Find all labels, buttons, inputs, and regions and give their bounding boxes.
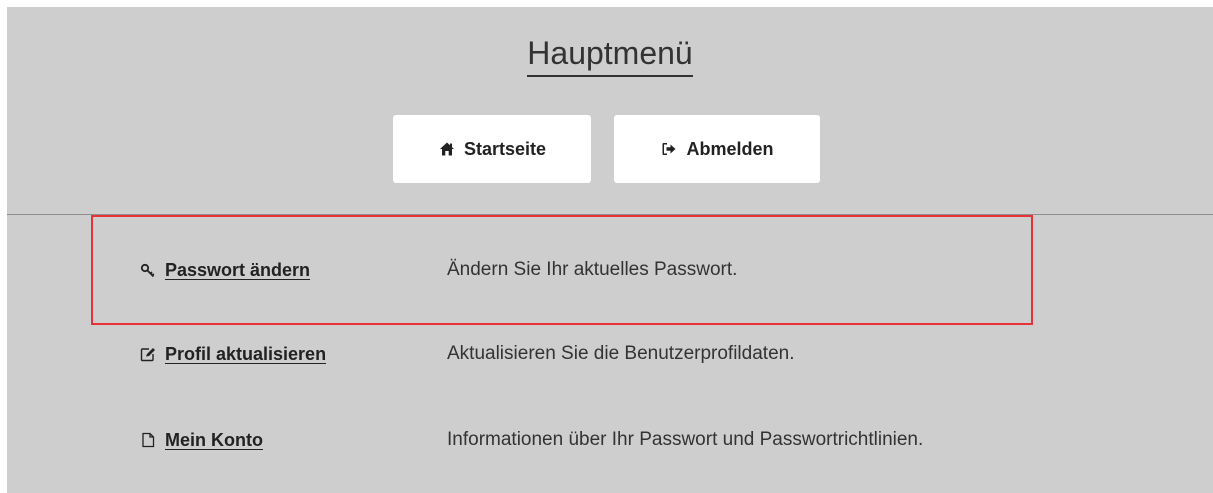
menu-item-change-password: Passwort ändern Ändern Sie Ihr aktuelles… [7,255,1213,285]
edit-icon [139,345,157,363]
my-account-label: Mein Konto [165,429,263,450]
key-icon [139,261,157,279]
page-title: Hauptmenü [527,33,693,77]
change-password-label: Passwort ändern [165,259,311,280]
home-button-label: Startseite [463,138,547,159]
update-profile-link[interactable]: Profil aktualisieren [139,339,326,369]
change-password-description: Ändern Sie Ihr aktuelles Passwort. [447,259,738,280]
my-account-description: Informationen über Ihr Passwort und Pass… [447,429,924,450]
page-title-container: Hauptmenü [7,33,1213,77]
sign-out-icon [660,140,678,158]
my-account-link[interactable]: Mein Konto [139,425,263,455]
menu-item-my-account: Mein Konto Informationen über Ihr Passwo… [7,425,1213,455]
update-profile-label: Profil aktualisieren [165,343,327,364]
home-button[interactable]: Startseite [393,115,591,183]
main-menu-panel: Hauptmenü Startseite Abmelden Passwort ä… [7,7,1213,493]
logout-button-label: Abmelden [686,138,774,159]
update-profile-description: Aktualisieren Sie die Benutzerprofildate… [447,343,795,364]
logout-button[interactable]: Abmelden [614,115,820,183]
change-password-link[interactable]: Passwort ändern [139,255,310,285]
document-icon [139,431,157,449]
home-icon [438,140,456,158]
menu-item-update-profile: Profil aktualisieren Aktualisieren Sie d… [7,339,1213,369]
